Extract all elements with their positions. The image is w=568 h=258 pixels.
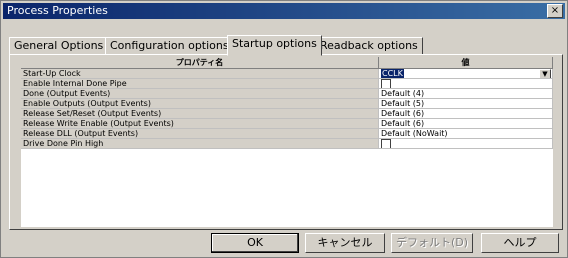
chevron-down-icon[interactable]: ▼ xyxy=(539,69,551,78)
table-row: Release Set/Reset (Output Events) Defaul… xyxy=(21,109,553,119)
property-name: Release DLL (Output Events) xyxy=(21,129,379,139)
process-properties-dialog: Process Properties × General Options Con… xyxy=(0,0,568,258)
property-name: Done (Output Events) xyxy=(21,89,379,99)
property-name: Release Write Enable (Output Events) xyxy=(21,119,379,129)
property-value[interactable]: Default (5) xyxy=(379,99,553,109)
enable-internal-done-pipe-checkbox[interactable] xyxy=(381,79,391,88)
property-value[interactable]: Default (6) xyxy=(379,119,553,129)
ok-button[interactable]: OK xyxy=(211,233,299,253)
property-value-cell xyxy=(379,79,553,89)
table-row: Enable Internal Done Pipe xyxy=(21,79,553,89)
property-name: Drive Done Pin High xyxy=(21,139,379,149)
title-bar: Process Properties × xyxy=(3,3,565,19)
property-name: Release Set/Reset (Output Events) xyxy=(21,109,379,119)
property-name: Enable Outputs (Output Events) xyxy=(21,99,379,109)
table-row: Done (Output Events) Default (4) xyxy=(21,89,553,99)
close-icon[interactable]: × xyxy=(547,4,563,18)
drive-done-pin-high-checkbox[interactable] xyxy=(381,139,391,148)
column-header-value: 値 xyxy=(379,57,553,69)
table-row: Release DLL (Output Events) Default (NoW… xyxy=(21,129,553,139)
property-value-cell xyxy=(379,139,553,149)
table-row: Release Write Enable (Output Events) Def… xyxy=(21,119,553,129)
default-button[interactable]: デフォルト(D) xyxy=(391,233,473,253)
property-name: Enable Internal Done Pipe xyxy=(21,79,379,89)
window-title: Process Properties xyxy=(7,4,108,17)
property-value[interactable]: Default (4) xyxy=(379,89,553,99)
properties-grid: プロパティ名 値 Start-Up Clock CCLK ▼ Enable In… xyxy=(21,57,553,227)
help-button[interactable]: ヘルプ xyxy=(481,233,559,253)
table-row: Enable Outputs (Output Events) Default (… xyxy=(21,99,553,109)
property-value[interactable]: Default (NoWait) xyxy=(379,129,553,139)
property-name: Start-Up Clock xyxy=(21,69,379,79)
column-header-name: プロパティ名 xyxy=(21,57,379,69)
tab-startup-options[interactable]: Startup options xyxy=(227,35,322,56)
table-row: Drive Done Pin High xyxy=(21,139,553,149)
start-up-clock-dropdown[interactable]: CCLK ▼ xyxy=(379,69,553,79)
table-row: Start-Up Clock CCLK ▼ xyxy=(21,69,553,79)
cancel-button[interactable]: キャンセル xyxy=(305,233,385,253)
property-value[interactable]: Default (6) xyxy=(379,109,553,119)
dropdown-selected-value: CCLK xyxy=(381,69,404,78)
